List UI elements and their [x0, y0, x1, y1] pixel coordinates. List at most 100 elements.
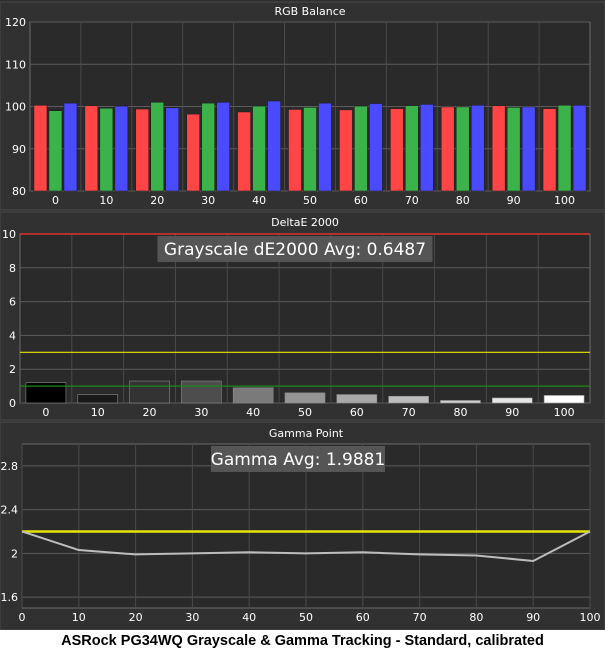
x-tick-label: 0	[19, 611, 26, 624]
y-tick-label: 1.6	[1, 591, 19, 604]
annotation-text: Gamma Avg: 1.9881	[211, 450, 386, 470]
bar	[267, 100, 281, 192]
y-tick-label: 10	[2, 228, 16, 241]
bar	[543, 395, 585, 404]
bar	[77, 394, 119, 404]
y-tick-label: 2.4	[1, 504, 19, 517]
bar	[129, 380, 170, 404]
x-tick-label: 80	[456, 194, 470, 207]
x-tick-label: 70	[413, 611, 427, 624]
bar	[491, 397, 533, 404]
x-tick-label: 50	[303, 194, 317, 207]
y-tick-label: 2.8	[1, 460, 19, 473]
bar	[390, 108, 404, 192]
chart-1: DeltaE 200002468100 10 20 30 40 50 60 70 80 90 100…	[2, 216, 591, 419]
bar	[181, 380, 222, 404]
y-tick-label: 100	[5, 101, 26, 114]
x-tick-label: 40	[242, 611, 256, 624]
bar	[336, 394, 378, 404]
y-tick-label: 90	[12, 143, 26, 156]
bar	[420, 104, 434, 192]
chart-title: Gamma Point	[269, 427, 344, 440]
bar	[288, 109, 302, 192]
bar	[521, 106, 536, 192]
x-tick-label: 100	[554, 194, 575, 207]
x-tick-label: 30	[185, 611, 199, 624]
x-tick-label: 90	[505, 406, 519, 419]
bar	[48, 110, 63, 192]
x-tick-label: 50	[298, 406, 312, 419]
bar	[440, 400, 481, 404]
bar	[165, 107, 180, 192]
chart-2: Gamma Point 1.6 2 2.4 2.8 0 10 20 30 40 50 60 70 80 90…	[1, 427, 601, 624]
chart-0: RGB Balance 80 90 100 110 120 0 10 20 30 40 50 60 70 8…	[5, 5, 591, 207]
bar	[470, 104, 485, 192]
bar	[405, 105, 419, 192]
y-tick-label: 6	[9, 296, 16, 309]
x-tick-label: 40	[252, 194, 266, 207]
bar	[388, 395, 429, 404]
x-tick-label: 100	[554, 406, 575, 419]
bar	[506, 107, 521, 192]
y-tick-label: 8	[9, 262, 16, 275]
bar	[369, 103, 383, 192]
x-tick-label: 40	[246, 406, 260, 419]
bar	[491, 105, 506, 192]
x-tick-label: 30	[201, 194, 215, 207]
bar	[252, 105, 266, 192]
bar	[84, 105, 99, 192]
y-tick-label: 2	[9, 363, 16, 376]
y-tick-label: 110	[5, 58, 26, 71]
x-tick-label: 0	[52, 194, 59, 207]
x-tick-label: 20	[150, 194, 164, 207]
x-tick-label: 60	[354, 194, 368, 207]
y-tick-label: 0	[9, 397, 16, 410]
bar	[339, 109, 353, 192]
x-tick-label: 50	[299, 611, 313, 624]
bar	[232, 387, 274, 404]
bar	[186, 113, 200, 192]
x-tick-label: 90	[526, 611, 540, 624]
bar	[201, 102, 215, 192]
chart-title: DeltaE 2000	[271, 216, 339, 229]
x-tick-label: 0	[42, 406, 49, 419]
bar	[557, 104, 572, 192]
bar	[135, 108, 150, 192]
y-tick-label: 80	[12, 185, 26, 198]
x-tick-label: 70	[405, 194, 419, 207]
y-tick-label: 120	[5, 16, 26, 29]
bar	[318, 102, 332, 192]
x-tick-label: 90	[507, 194, 521, 207]
x-tick-label: 100	[580, 611, 601, 624]
x-tick-label: 60	[350, 406, 364, 419]
bar	[63, 102, 78, 192]
bar	[237, 111, 251, 192]
bar	[114, 105, 129, 192]
bar	[150, 102, 165, 192]
bar	[216, 102, 230, 192]
charts-canvas: RGB Balance80901001101200 10 20 30 40 50 60 70 8…	[0, 1, 605, 630]
x-tick-label: 80	[469, 611, 483, 624]
bar	[303, 107, 317, 192]
y-tick-label: 2	[11, 547, 18, 560]
annotation-text: Grayscale dE2000 Avg: 0.6487	[164, 240, 426, 260]
x-tick-label: 30	[194, 406, 208, 419]
bar	[455, 106, 470, 192]
x-tick-label: 70	[402, 406, 416, 419]
bar	[99, 107, 114, 192]
x-tick-label: 20	[129, 611, 143, 624]
bar	[354, 105, 368, 192]
bar	[572, 104, 587, 192]
chart-title: RGB Balance	[274, 5, 345, 18]
x-tick-label: 10	[72, 611, 86, 624]
bar	[284, 392, 326, 404]
figure-caption: ASRock PG34WQ Grayscale & Gamma Tracking…	[0, 630, 605, 652]
x-tick-label: 20	[143, 406, 157, 419]
bar	[33, 104, 48, 192]
x-tick-label: 10	[91, 406, 105, 419]
x-tick-label: 10	[99, 194, 113, 207]
bar	[440, 106, 455, 192]
y-tick-label: 4	[9, 329, 16, 342]
bar	[542, 108, 557, 192]
x-tick-label: 80	[453, 406, 467, 419]
